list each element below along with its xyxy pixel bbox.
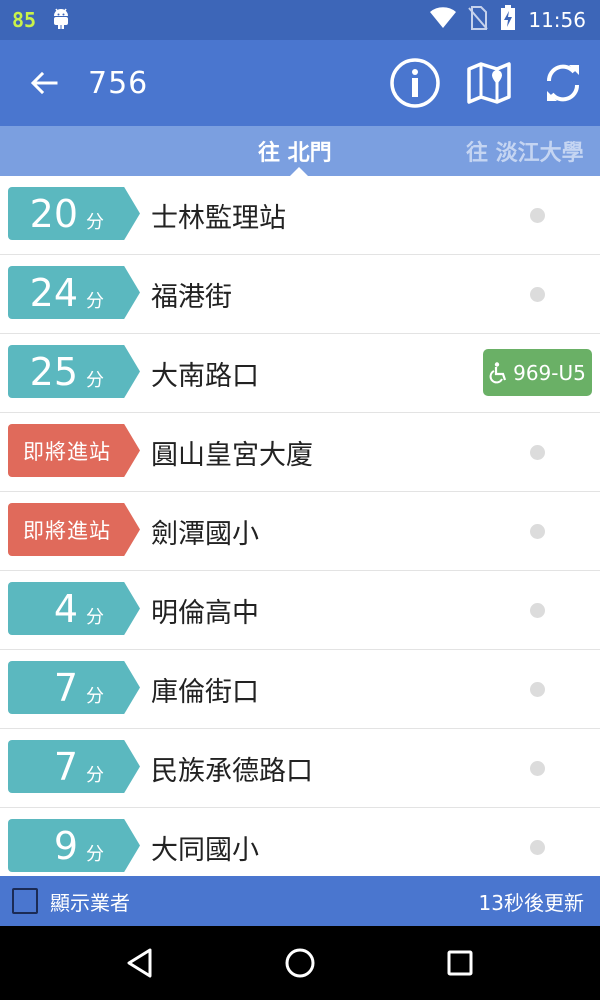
refresh-icon <box>546 64 580 102</box>
status-left: 85 <box>12 6 72 34</box>
eta-badge: 即將進站 <box>8 424 140 477</box>
wifi-icon <box>430 6 457 34</box>
stop-name: 庫倫街口 <box>151 676 259 708</box>
no-sim-icon <box>468 5 489 35</box>
stop-name: 大南路口 <box>151 360 259 392</box>
eta-badge: 9 分 <box>8 819 140 872</box>
stop-name: 圓山皇宮大廈 <box>151 439 313 471</box>
back-button[interactable] <box>0 40 88 126</box>
show-operator-toggle[interactable]: 顯示業者 <box>12 887 130 916</box>
eta-unit: 分 <box>86 843 104 865</box>
nav-home-button[interactable] <box>260 926 340 1000</box>
status-dot <box>530 760 545 776</box>
home-circle-icon <box>285 948 315 978</box>
status-dot <box>530 602 545 618</box>
stop-row[interactable]: 24 分 福港街 <box>0 255 600 334</box>
status-dot <box>530 286 545 302</box>
stop-name: 大同國小 <box>151 834 259 866</box>
stop-row[interactable]: 7 分 民族承德路口 <box>0 729 600 808</box>
app-bar: 756 <box>0 40 600 126</box>
footer-bar: 顯示業者 13秒後更新 <box>0 876 600 926</box>
eta-minutes: 25 <box>29 349 78 394</box>
eta-arriving-soon: 即將進站 <box>23 439 111 464</box>
eta-minutes: 7 <box>53 744 78 789</box>
map-icon <box>467 62 511 104</box>
stop-name: 民族承德路口 <box>151 755 313 787</box>
recents-square-icon <box>447 950 473 976</box>
stop-row[interactable]: 即將進站 劍潭國小 <box>0 492 600 571</box>
bus-plate-badge[interactable]: 969-U5 <box>483 349 592 396</box>
eta-unit: 分 <box>86 764 104 786</box>
show-operator-checkbox[interactable] <box>12 888 38 914</box>
eta-unit: 分 <box>86 685 104 707</box>
eta-minutes: 20 <box>29 191 78 236</box>
eta-unit: 分 <box>86 606 104 628</box>
status-dot <box>530 207 545 223</box>
eta-minutes: 9 <box>53 823 78 868</box>
eta-badge: 4 分 <box>8 582 140 635</box>
status-dot <box>530 839 545 855</box>
stop-row[interactable]: 即將進站 圓山皇宮大廈 <box>0 413 600 492</box>
system-nav-bar <box>0 926 600 1000</box>
eta-unit: 分 <box>86 369 104 391</box>
stop-row[interactable]: 4 分 明倫高中 <box>0 571 600 650</box>
eta-badge: 7 分 <box>8 740 140 793</box>
refresh-button[interactable] <box>526 40 600 126</box>
back-triangle-icon <box>127 948 152 978</box>
stop-list[interactable]: 20 分 士林監理站 24 分 福港街 25 分 大南路口 969-U5 即將進… <box>0 176 600 876</box>
info-button[interactable] <box>378 40 452 126</box>
stop-name: 福港街 <box>151 281 232 313</box>
nav-recents-button[interactable] <box>420 926 500 1000</box>
stop-row[interactable]: 25 分 大南路口 969-U5 <box>0 334 600 413</box>
clock: 11:56 <box>528 8 586 32</box>
stop-name: 士林監理站 <box>151 202 286 234</box>
eta-unit: 分 <box>86 211 104 233</box>
battery-charging-icon <box>500 4 516 36</box>
eta-minutes: 4 <box>53 586 78 631</box>
map-button[interactable] <box>452 40 526 126</box>
eta-minutes: 7 <box>53 665 78 710</box>
stop-row[interactable]: 20 分 士林監理站 <box>0 176 600 255</box>
eta-badge: 7 分 <box>8 661 140 714</box>
show-operator-label: 顯示業者 <box>50 890 130 915</box>
status-dot <box>530 681 545 697</box>
eta-badge: 24 分 <box>8 266 140 319</box>
status-dot <box>530 523 545 539</box>
status-bar: 85 11:56 <box>0 0 600 40</box>
direction-tabs: 往 北門 往 淡江大學 <box>0 126 600 176</box>
status-right: 11:56 <box>430 4 586 36</box>
status-dot <box>530 444 545 460</box>
eta-badge: 20 分 <box>8 187 140 240</box>
eta-minutes: 24 <box>29 270 78 315</box>
eta-unit: 分 <box>86 290 104 312</box>
stop-row[interactable]: 9 分 大同國小 <box>0 808 600 876</box>
info-icon <box>390 58 440 108</box>
bus-plate: 969-U5 <box>513 360 586 385</box>
update-countdown: 13秒後更新 <box>478 890 584 915</box>
route-title: 756 <box>88 65 149 101</box>
back-arrow-icon <box>30 71 58 95</box>
tab-indicator <box>290 167 308 176</box>
notification-battery-level: 85 <box>12 8 37 32</box>
stop-name: 明倫高中 <box>151 597 259 629</box>
eta-badge: 即將進站 <box>8 503 140 556</box>
wheelchair-icon <box>489 361 507 383</box>
nav-back-button[interactable] <box>100 926 180 1000</box>
eta-badge: 25 分 <box>8 345 140 398</box>
eta-arriving-soon: 即將進站 <box>23 518 111 543</box>
tab-tamkang-university[interactable]: 往 淡江大學 <box>466 126 584 176</box>
android-icon <box>50 6 72 34</box>
stop-row[interactable]: 7 分 庫倫街口 <box>0 650 600 729</box>
stop-name: 劍潭國小 <box>151 518 259 550</box>
